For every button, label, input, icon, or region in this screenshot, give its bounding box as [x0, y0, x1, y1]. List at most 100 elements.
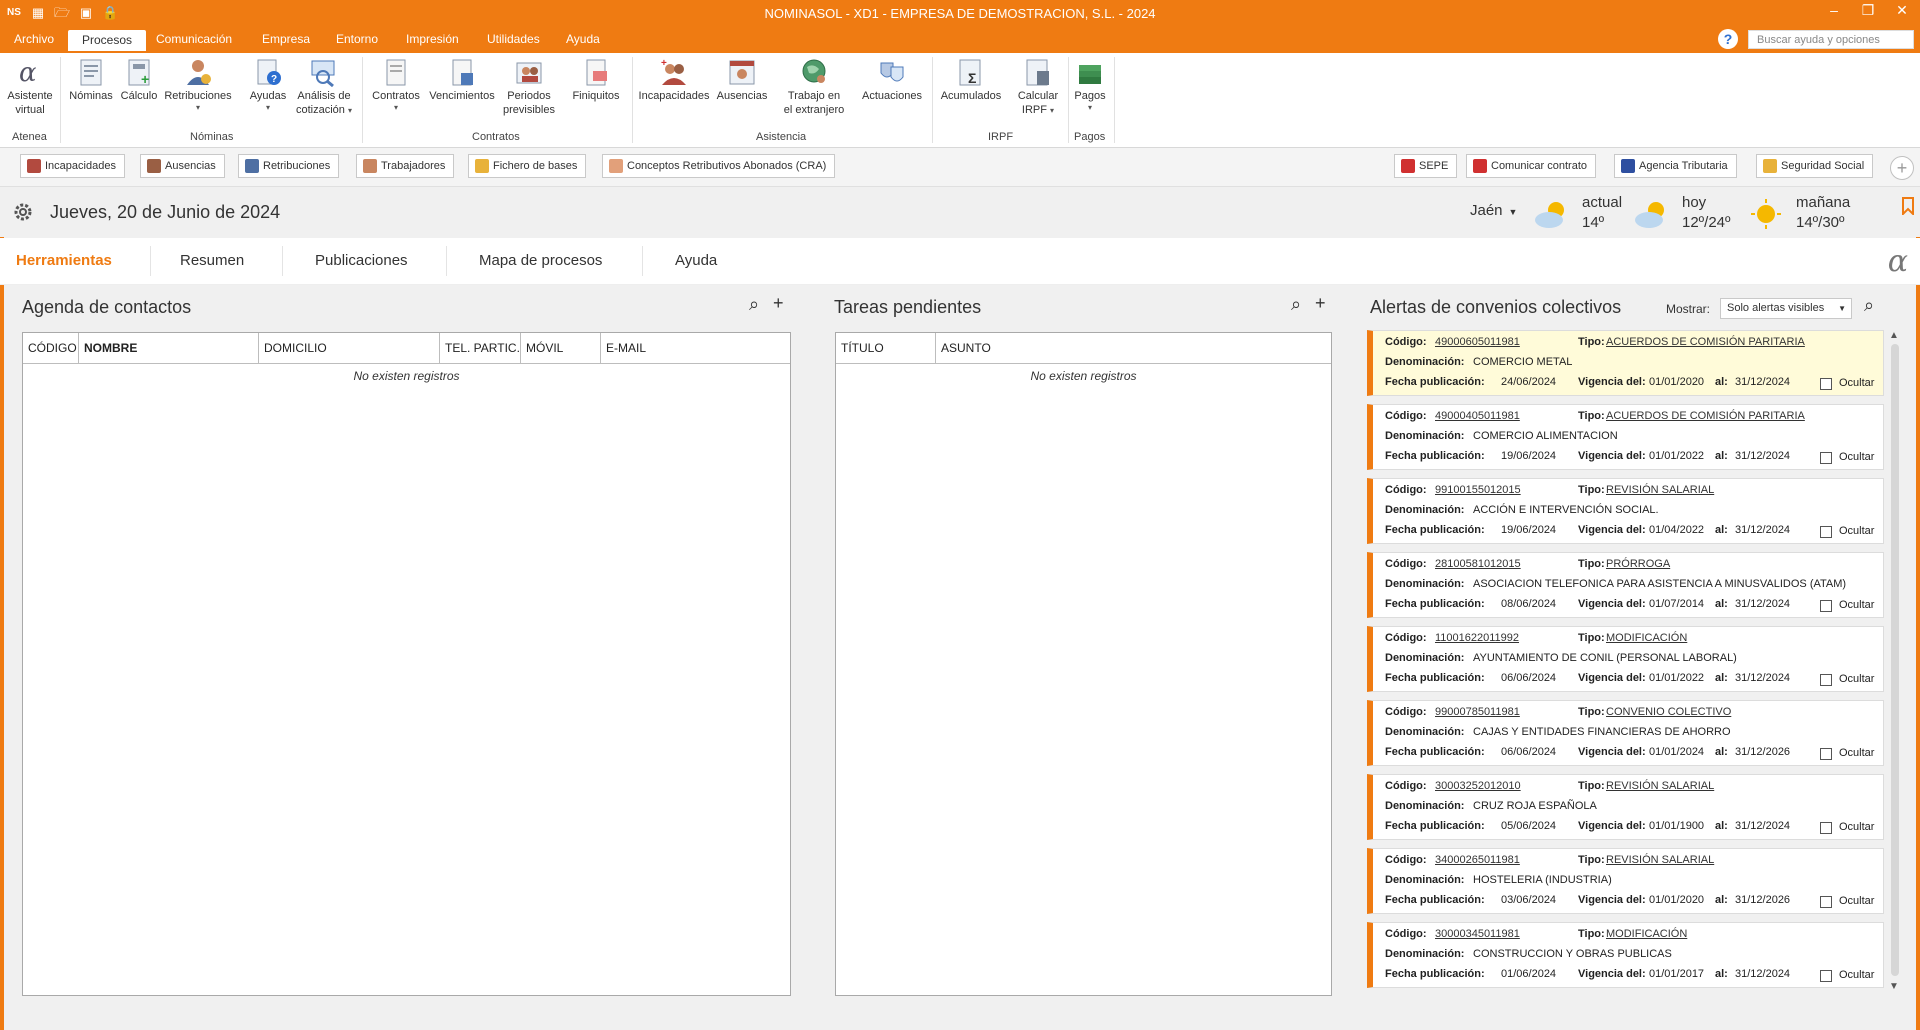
tipo-link[interactable]: CONVENIO COLECTIVO — [1606, 706, 1731, 718]
add-icon[interactable]: + — [773, 293, 784, 314]
tab-procesos[interactable]: Procesos — [68, 30, 147, 51]
finiquitos-button[interactable]: Finiquitos — [566, 57, 626, 103]
ocultar-checkbox[interactable] — [1820, 674, 1832, 686]
tab-comunicacion[interactable]: Comunicación — [156, 32, 232, 46]
quick-trabajadores-button[interactable]: Trabajadores — [356, 154, 455, 178]
codigo-link[interactable]: 49000405011981 — [1435, 410, 1520, 422]
trabajo-extranjero-button[interactable]: Trabajo en el extranjero — [776, 57, 852, 117]
scroll-up-icon[interactable]: ▲ — [1889, 330, 1899, 341]
quick-incapacidades-button[interactable]: Incapacidades — [20, 154, 125, 178]
alert-card[interactable]: Código: 30000345011981 Tipo: MODIFICACIÓN De… — [1367, 922, 1884, 988]
add-icon[interactable]: + — [1315, 293, 1326, 314]
search-icon[interactable]: ⌕ — [1291, 294, 1301, 315]
col-codigo[interactable]: CÓDIGO — [23, 333, 79, 363]
ayudas-button[interactable]: ? Ayudas ▾ — [248, 57, 288, 112]
tipo-link[interactable]: PRÓRROGA — [1606, 558, 1670, 570]
alert-card[interactable]: Código: 49000405011981 Tipo: ACUERDOS DE CO… — [1367, 404, 1884, 470]
mostrar-select[interactable]: Solo alertas visibles ▼ — [1720, 298, 1852, 319]
tab-empresa[interactable]: Empresa — [262, 32, 310, 46]
alert-card[interactable]: Código: 11001622011992 Tipo: MODIFICACIÓN De… — [1367, 626, 1884, 692]
codigo-link[interactable]: 28100581012015 — [1435, 558, 1521, 570]
calcular-irpf-button[interactable]: Calcular IRPF ▾ — [1010, 57, 1066, 117]
tab-ayuda-main[interactable]: Ayuda — [675, 252, 717, 269]
scroll-thumb[interactable] — [1891, 344, 1899, 976]
asistente-virtual-button[interactable]: α Asistente virtual — [6, 57, 54, 117]
tab-mapa-procesos[interactable]: Mapa de procesos — [479, 252, 602, 269]
ocultar-checkbox[interactable] — [1820, 896, 1832, 908]
bookmark-icon[interactable] — [1902, 197, 1914, 215]
quick-fichero-bases-button[interactable]: Fichero de bases — [468, 154, 587, 178]
minimize-icon[interactable]: – — [1824, 2, 1844, 19]
nominas-button[interactable]: Nóminas — [66, 57, 116, 103]
quick-cra-button[interactable]: Conceptos Retributivos Abonados (CRA) — [602, 154, 836, 178]
acumulados-button[interactable]: Σ Acumulados — [936, 57, 1006, 103]
col-titulo[interactable]: TÍTULO — [836, 333, 936, 363]
col-domicilio[interactable]: DOMICILIO — [259, 333, 440, 363]
gear-icon[interactable] — [12, 201, 34, 223]
tab-impresion[interactable]: Impresión — [406, 32, 459, 46]
search-icon[interactable]: ⌕ — [749, 294, 759, 315]
quick-comunicar-contrato-button[interactable]: Comunicar contrato — [1466, 154, 1596, 178]
alert-card[interactable]: Código: 28100581012015 Tipo: PRÓRROGA Denomi… — [1367, 552, 1884, 618]
incapacidades-button[interactable]: + Incapacidades — [638, 57, 710, 103]
close-icon[interactable]: ✕ — [1892, 2, 1912, 19]
alertas-scrollbar[interactable]: ▲ ▼ — [1888, 330, 1902, 992]
ocultar-checkbox[interactable] — [1820, 748, 1832, 760]
codigo-link[interactable]: 99000785011981 — [1435, 706, 1520, 718]
tab-archivo[interactable]: Archivo — [14, 32, 54, 46]
tab-utilidades[interactable]: Utilidades — [487, 32, 540, 46]
contratos-button[interactable]: Contratos ▾ — [368, 57, 424, 112]
analisis-cotizacion-button[interactable]: Análisis de cotización ▾ — [292, 57, 356, 117]
alert-card[interactable]: Código: 49000605011981 Tipo: ACUERDOS DE CO… — [1367, 330, 1884, 396]
codigo-link[interactable]: 99100155012015 — [1435, 484, 1521, 496]
col-movil[interactable]: MÓVIL — [521, 333, 601, 363]
tipo-link[interactable]: REVISIÓN SALARIAL — [1606, 854, 1714, 866]
ausencias-button[interactable]: Ausencias — [714, 57, 770, 103]
tipo-link[interactable]: MODIFICACIÓN — [1606, 632, 1687, 644]
periodos-previsibles-button[interactable]: Periodos previsibles — [500, 57, 558, 117]
ocultar-checkbox[interactable] — [1820, 970, 1832, 982]
calculo-button[interactable]: + Cálculo — [118, 57, 160, 103]
quick-retribuciones-button[interactable]: Retribuciones — [238, 154, 340, 178]
col-telefono[interactable]: TEL. PARTIC... — [440, 333, 521, 363]
quick-sepe-button[interactable]: SEPE — [1394, 154, 1458, 178]
add-shortcut-icon[interactable]: + — [1890, 156, 1914, 180]
ocultar-checkbox[interactable] — [1820, 600, 1832, 612]
alert-card[interactable]: Código: 99000785011981 Tipo: CONVENIO COLEC… — [1367, 700, 1884, 766]
alert-card[interactable]: Código: 99100155012015 Tipo: REVISIÓN SALAR… — [1367, 478, 1884, 544]
quick-seguridad-social-button[interactable]: Seguridad Social — [1756, 154, 1874, 178]
tab-ayuda[interactable]: Ayuda — [566, 32, 600, 46]
codigo-link[interactable]: 11001622011992 — [1435, 632, 1519, 644]
alert-card[interactable]: Código: 34000265011981 Tipo: REVISIÓN SALAR… — [1367, 848, 1884, 914]
tipo-link[interactable]: MODIFICACIÓN — [1606, 928, 1687, 940]
tab-herramientas[interactable]: Herramientas — [16, 252, 112, 269]
tipo-link[interactable]: REVISIÓN SALARIAL — [1606, 484, 1714, 496]
ocultar-checkbox[interactable] — [1820, 526, 1832, 538]
tipo-link[interactable]: ACUERDOS DE COMISIÓN PARITARIA — [1606, 336, 1805, 348]
pagos-button[interactable]: Pagos ▾ — [1070, 57, 1110, 112]
codigo-link[interactable]: 30003252012010 — [1435, 780, 1521, 792]
retribuciones-button[interactable]: Retribuciones ▾ — [162, 57, 234, 112]
ocultar-checkbox[interactable] — [1820, 452, 1832, 464]
tipo-link[interactable]: ACUERDOS DE COMISIÓN PARITARIA — [1606, 410, 1805, 422]
search-icon[interactable]: ⌕ — [1864, 295, 1874, 316]
atenea-logo-icon[interactable]: α — [1888, 244, 1908, 279]
tab-resumen[interactable]: Resumen — [180, 252, 244, 269]
tab-publicaciones[interactable]: Publicaciones — [315, 252, 408, 269]
col-nombre[interactable]: NOMBRE — [79, 333, 259, 363]
help-search-input[interactable]: Buscar ayuda y opciones — [1748, 30, 1914, 49]
col-asunto[interactable]: ASUNTO — [936, 333, 1331, 363]
actuaciones-button[interactable]: Actuaciones — [856, 57, 928, 103]
ocultar-checkbox[interactable] — [1820, 378, 1832, 390]
city-selector[interactable]: Jaén ▼ — [1470, 202, 1517, 219]
quick-agencia-tributaria-button[interactable]: Agencia Tributaria — [1614, 154, 1737, 178]
codigo-link[interactable]: 30000345011981 — [1435, 928, 1520, 940]
codigo-link[interactable]: 49000605011981 — [1435, 336, 1520, 348]
help-icon[interactable]: ? — [1718, 29, 1738, 49]
quick-ausencias-button[interactable]: Ausencias — [140, 154, 225, 178]
alert-card[interactable]: Código: 30003252012010 Tipo: REVISIÓN SALAR… — [1367, 774, 1884, 840]
tab-entorno[interactable]: Entorno — [336, 32, 378, 46]
vencimientos-button[interactable]: Vencimientos — [426, 57, 498, 103]
scroll-down-icon[interactable]: ▼ — [1889, 981, 1899, 992]
maximize-icon[interactable]: ❐ — [1858, 2, 1878, 19]
